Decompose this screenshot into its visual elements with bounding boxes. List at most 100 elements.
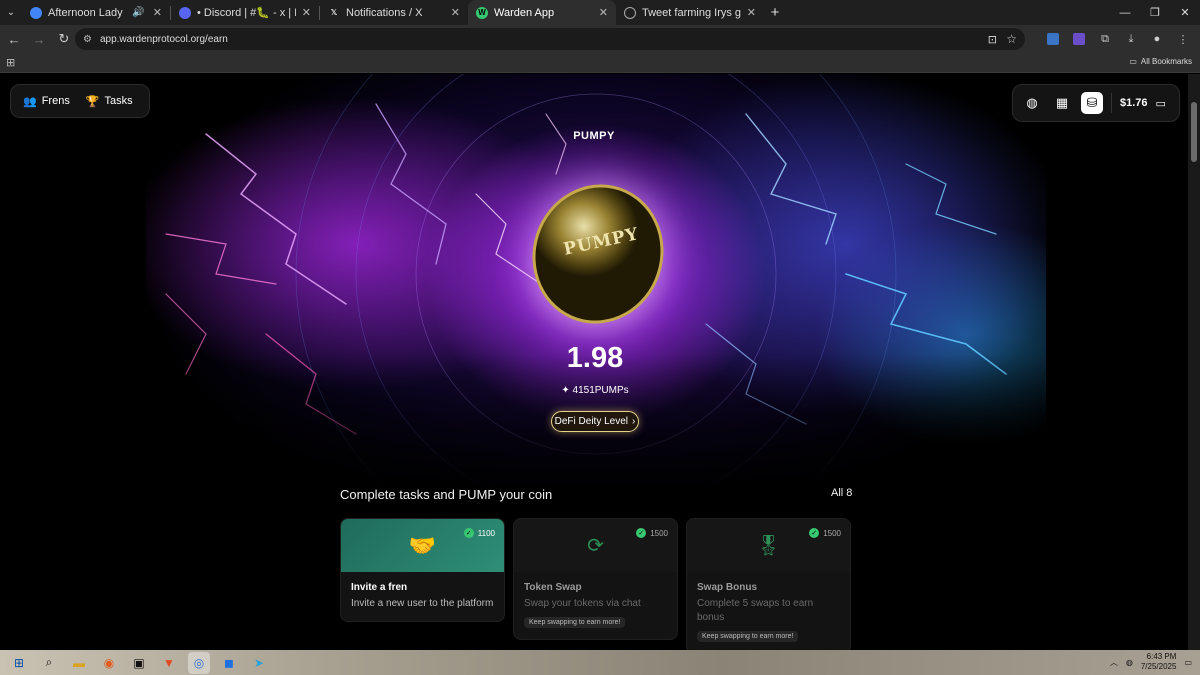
profile-avatar-icon[interactable]: ● xyxy=(1146,28,1168,50)
address-bar[interactable]: ⚙ app.wardenprotocol.org/earn ⊡ ☆ xyxy=(75,28,1025,50)
handshake-icon: 🤝 xyxy=(408,532,437,558)
restore-icon[interactable]: ❐ xyxy=(1140,0,1170,25)
card-banner: 🤝 ✓ 1100 xyxy=(341,519,504,572)
forward-icon[interactable]: → xyxy=(28,28,50,50)
token-label: PUMPY xyxy=(573,130,615,142)
discord-icon xyxy=(179,6,191,19)
pumpy-coin-image: PUMPY xyxy=(514,167,682,341)
card-banner: ⟳ ✓ 1500 xyxy=(514,519,677,572)
clock[interactable]: 6:43 PM 7/25/2025 xyxy=(1141,652,1177,672)
site-info-icon[interactable]: ⚙ xyxy=(83,34,92,45)
brave-icon[interactable]: ▼ xyxy=(158,652,180,674)
warden-icon: W xyxy=(476,6,488,19)
telegram-icon[interactable]: ➤ xyxy=(248,652,270,674)
x-icon: 𝕏 xyxy=(330,8,338,17)
extension-blue-icon[interactable] xyxy=(1042,28,1064,50)
window-controls: — ❐ ✕ xyxy=(1110,0,1200,25)
task-card-token-swap[interactable]: ⟳ ✓ 1500 Token Swap Swap your tokens via … xyxy=(513,518,678,640)
tab-title: • Discord | #🐛 - x | RISE Chain xyxy=(197,7,296,19)
points-value: 1500 xyxy=(650,528,668,538)
file-explorer-icon[interactable]: ▬ xyxy=(68,652,90,674)
swap-icon: ⟳ xyxy=(587,535,604,557)
check-icon: ✓ xyxy=(463,528,474,538)
clock-time: 6:43 PM xyxy=(1146,652,1177,661)
notification-icon[interactable]: ▭ xyxy=(1184,658,1192,667)
tab-warden-app[interactable]: W Warden App ✕ xyxy=(468,0,616,25)
tab-notifications-x[interactable]: 𝕏 Notifications / X ✕ xyxy=(320,0,468,25)
close-icon[interactable]: ✕ xyxy=(599,6,608,19)
globe-icon xyxy=(624,6,636,19)
new-tab-button[interactable]: + xyxy=(764,0,786,25)
chevron-right-icon: › xyxy=(632,416,636,427)
keep-swapping-note: Keep swapping to earn more! xyxy=(697,631,799,642)
page-scrollbar[interactable] xyxy=(1188,74,1200,650)
search-icon[interactable]: ⌕ xyxy=(38,652,60,674)
system-tray: ︿ ◍ 6:43 PM 7/25/2025 ▭ xyxy=(1110,652,1192,672)
tab-tweet-farming[interactable]: Tweet farming Irys guide ✕ xyxy=(616,0,764,25)
extensions-puzzle-icon[interactable]: ⧉ xyxy=(1094,28,1116,50)
chrome-icon xyxy=(30,6,42,19)
level-label: DeFi Deity Level xyxy=(554,416,628,427)
scrollbar-thumb[interactable] xyxy=(1191,102,1197,162)
chrome-taskbar-icon[interactable]: ◎ xyxy=(188,651,210,674)
tab-afternoon-lady[interactable]: Afternoon Lady II - Park Ji 🔊 ✕ xyxy=(22,0,170,25)
screen: ⌄ Afternoon Lady II - Park Ji 🔊 ✕ • Disc… xyxy=(0,0,1200,675)
task-card-invite[interactable]: 🤝 ✓ 1100 Invite a fren Invite a new user … xyxy=(340,518,505,622)
medal-icon: 🎖 xyxy=(755,535,782,557)
zalo-icon[interactable]: ◼ xyxy=(218,652,240,674)
close-icon[interactable]: ✕ xyxy=(451,6,460,19)
close-window-icon[interactable]: ✕ xyxy=(1170,0,1200,25)
nav-frens[interactable]: 👥 Frens xyxy=(23,95,70,108)
bookmark-star-icon[interactable]: ☆ xyxy=(1006,32,1017,46)
browser-toolbar: ← → ↻ ⚙ app.wardenprotocol.org/earn ⊡ ☆ … xyxy=(0,25,1200,53)
extension-purple-icon[interactable] xyxy=(1068,28,1090,50)
close-icon[interactable]: ✕ xyxy=(302,6,311,19)
bookmarks-bar: ⊞ ▭ All Bookmarks xyxy=(0,53,1200,73)
task-card-swap-bonus[interactable]: 🎖 ✓ 1500 Swap Bonus Complete 5 swaps to e… xyxy=(686,518,851,650)
balance-value: $1.76 xyxy=(1120,97,1148,109)
points-value: 1500 xyxy=(823,528,841,538)
apps-grid-icon[interactable]: ⊞ xyxy=(6,56,15,69)
divider xyxy=(1111,93,1112,113)
nav-tasks[interactable]: 🏆 Tasks xyxy=(86,95,133,108)
wallet-balance[interactable]: $1.76 ▭ xyxy=(1120,97,1166,110)
install-app-icon[interactable]: ⊡ xyxy=(988,33,997,46)
close-icon[interactable]: ✕ xyxy=(153,6,162,19)
tab-discord[interactable]: • Discord | #🐛 - x | RISE Chain ✕ xyxy=(171,0,319,25)
card-name: Invite a fren xyxy=(351,582,408,593)
minimize-icon[interactable]: — xyxy=(1110,0,1140,25)
chat-icon[interactable]: ◍ xyxy=(1021,92,1043,114)
header-actions: ◍ ▦ ⛁ $1.76 ▭ xyxy=(1012,84,1180,122)
tab-search-icon[interactable]: ⌄ xyxy=(0,0,22,25)
check-icon: ✓ xyxy=(636,528,647,538)
store-icon[interactable]: ▣ xyxy=(128,652,150,674)
all-bookmarks-label: All Bookmarks xyxy=(1140,57,1192,66)
all-bookmarks[interactable]: ▭ All Bookmarks xyxy=(1129,57,1192,66)
url-text: app.wardenprotocol.org/earn xyxy=(99,33,228,45)
pumps-count: ✦ 4151PUMPs xyxy=(0,385,1188,396)
card-body: Invite a fren Invite a new user to the p… xyxy=(341,572,504,621)
firefox-icon[interactable]: ◉ xyxy=(98,652,120,674)
people-icon: 👥 xyxy=(23,95,37,108)
speaker-icon[interactable]: 🔊 xyxy=(132,7,144,18)
nav-frens-label: Frens xyxy=(41,95,70,107)
view-all-link[interactable]: All 8 xyxy=(831,487,852,499)
coin-shape xyxy=(514,167,682,341)
grid-icon[interactable]: ▦ xyxy=(1051,92,1073,114)
more-menu-icon[interactable]: ⋮ xyxy=(1172,28,1194,50)
nav-pill: 👥 Frens 🏆 Tasks xyxy=(10,84,150,118)
reload-icon[interactable]: ↻ xyxy=(53,28,75,50)
close-icon[interactable]: ✕ xyxy=(747,6,756,19)
coins-icon[interactable]: ⛁ xyxy=(1081,92,1103,114)
tray-app-icon[interactable]: ◍ xyxy=(1126,658,1133,667)
level-button[interactable]: DeFi Deity Level › xyxy=(551,411,639,432)
tray-chevron-up-icon[interactable]: ︿ xyxy=(1110,657,1118,668)
folder-icon: ▭ xyxy=(1129,57,1137,66)
back-icon[interactable]: ← xyxy=(3,28,25,50)
tab-title: Notifications / X xyxy=(346,6,423,19)
download-icon[interactable]: ⤓ xyxy=(1120,28,1142,50)
windows-start-icon[interactable]: ⊞ xyxy=(8,652,30,674)
card-desc: Swap your tokens via chat xyxy=(524,598,641,609)
check-icon: ✓ xyxy=(809,528,820,538)
tab-title: Warden App xyxy=(494,6,555,19)
